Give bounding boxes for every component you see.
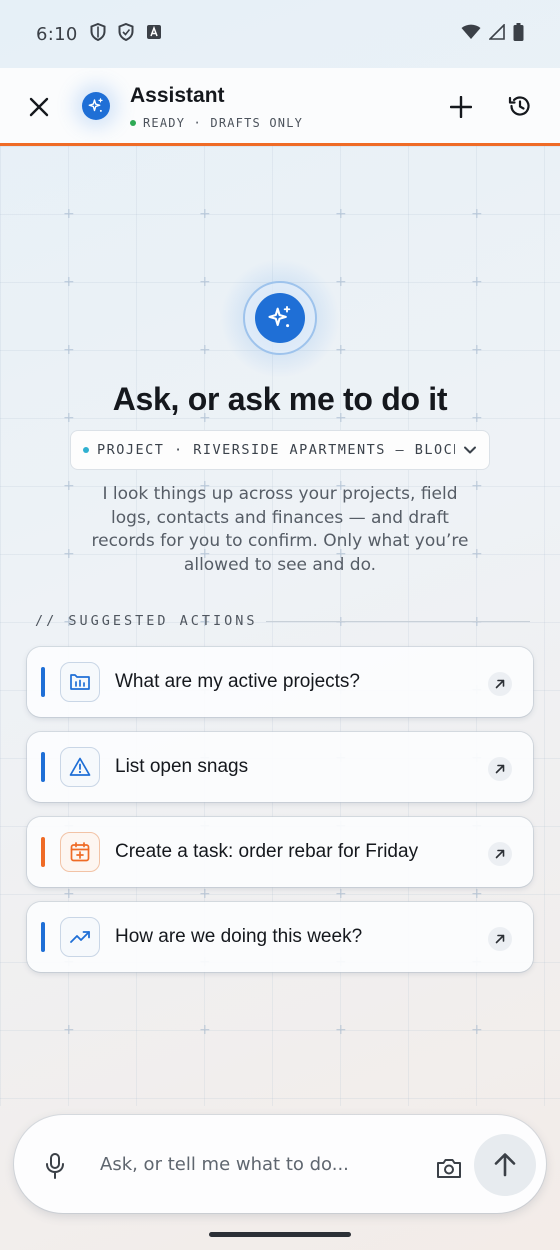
arrow-up-right-icon bbox=[488, 842, 512, 866]
mic-icon bbox=[46, 1153, 64, 1179]
wifi-icon bbox=[461, 24, 481, 45]
calendar-add-icon bbox=[70, 842, 90, 862]
history-button[interactable] bbox=[505, 91, 535, 121]
suggested-actions-heading: // SUGGESTED ACTIONS bbox=[35, 613, 530, 629]
grid-plus-mark: + bbox=[471, 342, 483, 358]
card-accent-bar bbox=[41, 922, 45, 952]
grid-plus-mark: + bbox=[199, 1022, 211, 1038]
shield-icon bbox=[118, 22, 134, 46]
assistant-logo bbox=[82, 92, 110, 120]
grid-plus-mark: + bbox=[335, 1022, 347, 1038]
battery-icon bbox=[513, 22, 524, 46]
camera-button[interactable] bbox=[434, 1153, 464, 1183]
grid-plus-mark: + bbox=[63, 886, 75, 902]
chevron-down-icon bbox=[463, 445, 477, 455]
hero-logo bbox=[255, 293, 305, 343]
suggestion-card[interactable]: How are we doing this week? bbox=[27, 902, 533, 972]
card-accent-bar bbox=[41, 752, 45, 782]
header-title: Assistant bbox=[130, 84, 225, 107]
close-icon bbox=[29, 97, 49, 117]
app-header: Assistant READY · DRAFTS ONLY bbox=[0, 68, 560, 146]
suggestion-label: What are my active projects? bbox=[115, 671, 360, 692]
trending-up-icon bbox=[70, 931, 90, 943]
grid-plus-mark: + bbox=[199, 886, 211, 902]
signal-icon bbox=[488, 22, 505, 45]
grid-plus-mark: + bbox=[335, 274, 347, 290]
suggestion-card[interactable]: Create a task: order rebar for Friday bbox=[27, 817, 533, 887]
grid-plus-mark: + bbox=[199, 206, 211, 222]
home-indicator[interactable] bbox=[209, 1232, 351, 1237]
suggestion-card[interactable]: What are my active projects? bbox=[27, 647, 533, 717]
message-composer bbox=[14, 1115, 546, 1213]
suggested-actions-heading-text: // SUGGESTED ACTIONS bbox=[35, 613, 258, 629]
divider bbox=[265, 620, 530, 622]
grid-plus-mark: + bbox=[471, 274, 483, 290]
sparkle-icon bbox=[88, 98, 103, 112]
message-input[interactable] bbox=[100, 1151, 420, 1177]
status-time: 6:10 bbox=[36, 23, 78, 45]
grid-plus-mark: + bbox=[63, 206, 75, 222]
assistant-status-text: READY · DRAFTS ONLY bbox=[143, 116, 304, 130]
grid-plus-mark: + bbox=[335, 206, 347, 222]
history-icon bbox=[508, 96, 530, 116]
plus-icon bbox=[450, 96, 472, 118]
font-icon bbox=[146, 24, 162, 45]
hero-title: Ask, or ask me to do it bbox=[112, 381, 448, 417]
voice-input-button[interactable] bbox=[42, 1151, 68, 1181]
grid-plus-mark: + bbox=[199, 274, 211, 290]
grid-plus-mark: + bbox=[471, 1022, 483, 1038]
card-icon-box bbox=[60, 747, 100, 787]
card-accent-bar bbox=[41, 837, 45, 867]
status-dot bbox=[130, 120, 136, 126]
status-bar: 6:10 bbox=[0, 0, 560, 68]
suggestion-label: Create a task: order rebar for Friday bbox=[115, 841, 419, 862]
arrow-up-right-icon bbox=[488, 757, 512, 781]
sparkle-icon bbox=[268, 305, 291, 328]
grid-plus-mark: + bbox=[199, 342, 211, 358]
grid-plus-mark: + bbox=[335, 342, 347, 358]
project-chart-icon bbox=[70, 674, 90, 690]
arrow-up-right-icon bbox=[488, 672, 512, 696]
send-button[interactable] bbox=[474, 1134, 536, 1196]
project-dot bbox=[83, 447, 89, 453]
grid-plus-mark: + bbox=[63, 478, 75, 494]
arrow-up-right-icon bbox=[488, 927, 512, 951]
suggestion-label: How are we doing this week? bbox=[115, 926, 363, 947]
card-accent-bar bbox=[41, 667, 45, 697]
card-icon-box bbox=[60, 917, 100, 957]
grid-plus-mark: + bbox=[63, 546, 75, 562]
send-arrow-icon bbox=[494, 1153, 516, 1177]
grid-plus-mark: + bbox=[63, 1022, 75, 1038]
camera-icon bbox=[437, 1159, 461, 1178]
card-icon-box bbox=[60, 832, 100, 872]
grid-plus-mark: + bbox=[335, 886, 347, 902]
hero-description: I look things up across your projects, f… bbox=[91, 484, 469, 575]
shield-icon bbox=[90, 22, 106, 46]
assistant-status: READY · DRAFTS ONLY bbox=[130, 116, 303, 130]
new-chat-button[interactable] bbox=[446, 92, 476, 122]
suggestion-card[interactable]: List open snags bbox=[27, 732, 533, 802]
warning-triangle-icon bbox=[69, 757, 91, 776]
grid-plus-mark: + bbox=[63, 342, 75, 358]
project-selector[interactable]: PROJECT · RIVERSIDE APARTMENTS — BLOCK C bbox=[70, 430, 490, 470]
grid-plus-mark: + bbox=[471, 206, 483, 222]
grid-plus-mark: + bbox=[63, 274, 75, 290]
grid-plus-mark: + bbox=[471, 886, 483, 902]
close-button[interactable] bbox=[24, 92, 54, 122]
project-selector-label: PROJECT · RIVERSIDE APARTMENTS — BLOCK C bbox=[97, 442, 455, 458]
suggestion-label: List open snags bbox=[115, 756, 249, 777]
card-icon-box bbox=[60, 662, 100, 702]
